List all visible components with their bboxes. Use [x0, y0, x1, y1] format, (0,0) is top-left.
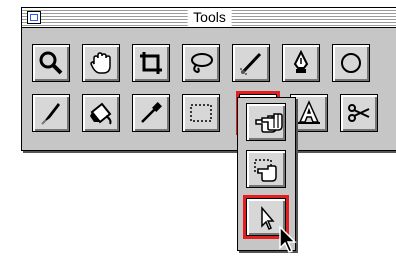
tools-palette: Tools — [21, 7, 396, 151]
scissors-icon — [348, 104, 370, 122]
arrow-select-icon — [261, 205, 275, 231]
magnify-icon — [39, 51, 63, 75]
eyedropper-tool[interactable] — [132, 94, 170, 132]
scissors-tool[interactable] — [340, 94, 378, 132]
close-box-icon[interactable] — [27, 11, 41, 24]
bucket-icon — [90, 102, 112, 125]
ellipse-icon — [341, 53, 361, 73]
brush-icon — [240, 52, 262, 75]
pen-tool[interactable] — [282, 44, 320, 82]
palette-title: Tools — [187, 8, 232, 27]
title-bar[interactable]: Tools — [22, 8, 396, 28]
lasso-tool[interactable] — [182, 44, 220, 82]
knife-tool[interactable] — [32, 94, 70, 132]
ellipse-tool[interactable] — [332, 44, 370, 82]
bucket-tool[interactable] — [82, 94, 120, 132]
hand-icon — [90, 52, 111, 74]
pen-icon — [293, 50, 309, 73]
text-icon — [298, 100, 320, 124]
eyedropper-icon — [141, 102, 162, 123]
hand-tool-icon — [261, 113, 283, 131]
select-hand-icon — [254, 159, 277, 182]
knife-icon — [41, 103, 60, 125]
lasso-icon — [191, 53, 213, 74]
crop-tool[interactable] — [132, 44, 170, 82]
marquee-tool[interactable] — [182, 94, 220, 132]
hand-tool[interactable] — [82, 44, 120, 82]
flyout-select-hand[interactable] — [246, 150, 286, 188]
brush-tool[interactable] — [232, 44, 270, 82]
crop-icon — [140, 52, 162, 74]
rectangle-marquee-icon — [190, 104, 212, 122]
mouse-cursor-icon — [279, 226, 297, 253]
magnify-tool[interactable] — [32, 44, 70, 82]
